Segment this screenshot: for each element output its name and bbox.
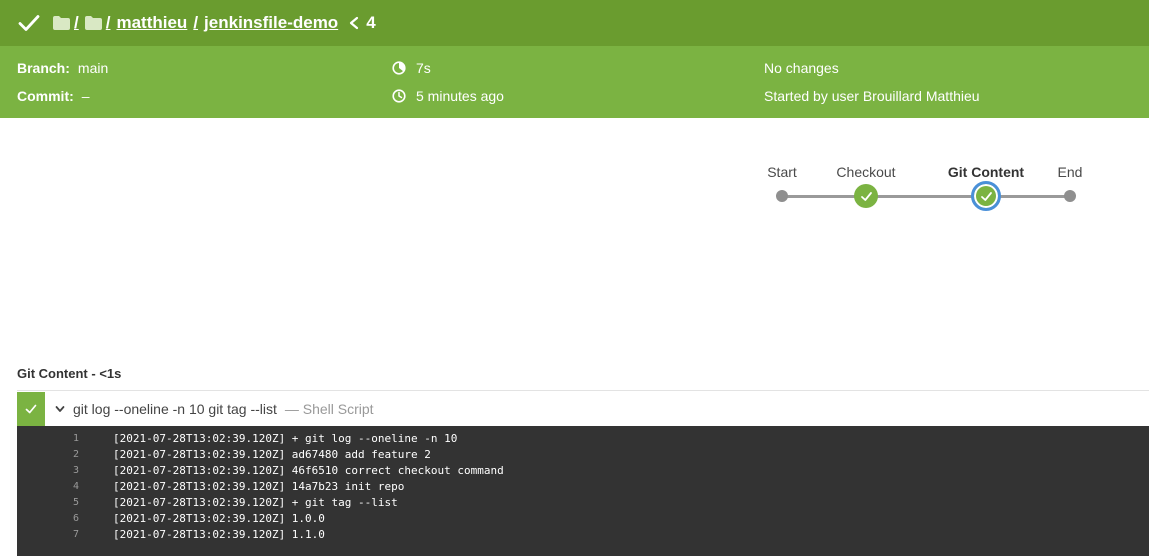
duration-value: 7s — [416, 60, 431, 76]
run-number: 4 — [366, 13, 376, 32]
step-status — [17, 392, 45, 426]
step-row[interactable]: git log --oneline -n 10 git tag --list —… — [17, 392, 1149, 426]
stage-label-end: End — [1057, 164, 1083, 180]
stopwatch-icon — [392, 61, 406, 75]
log-text: [2021-07-28T13:02:39.120Z] + git log --o… — [113, 431, 458, 445]
check-icon — [860, 191, 872, 201]
start-node — [776, 190, 788, 202]
log-line: 3 [2021-07-28T13:02:39.120Z] 46f6510 corr… — [17, 462, 1149, 478]
time-ago: 5 minutes ago — [416, 88, 504, 104]
step-command[interactable]: git log --oneline -n 10 git tag --list — [73, 401, 277, 417]
log-line: 4 [2021-07-28T13:02:39.120Z] 14a7b23 init… — [17, 478, 1149, 494]
pipeline-connector — [782, 195, 1070, 198]
stage-node-git-content[interactable] — [971, 181, 1001, 211]
duration-info: 7s — [392, 60, 431, 76]
run-info-bar: Branch: main Commit: – 7s 5 minutes ago … — [0, 46, 1149, 118]
folder-icon[interactable] — [84, 16, 102, 30]
end-node — [1064, 190, 1076, 202]
log-text: [2021-07-28T13:02:39.120Z] 14a7b23 init … — [113, 479, 405, 493]
chevron-down-icon[interactable] — [55, 404, 65, 414]
started-by-text: Started by user Brouillard Matthieu — [764, 88, 980, 104]
branch-value: main — [77, 60, 109, 76]
changes-text: No changes — [764, 60, 839, 76]
commit-label: Commit: — [17, 88, 74, 104]
breadcrumb: / / matthieu / jenkinsfile-demo 4 — [53, 13, 376, 33]
breadcrumb-separator: / — [74, 13, 79, 32]
time-info: 5 minutes ago — [392, 88, 504, 104]
log-text: [2021-07-28T13:02:39.120Z] 1.0.0 — [113, 511, 325, 525]
stage-label-start: Start — [767, 164, 797, 180]
started-by-info: Started by user Brouillard Matthieu — [764, 88, 980, 104]
log-line: 2 [2021-07-28T13:02:39.120Z] ad67480 add … — [17, 446, 1149, 462]
check-icon — [980, 191, 992, 201]
branch-info: Branch: main — [17, 60, 108, 76]
changes-info: No changes — [764, 60, 839, 76]
line-number[interactable]: 2 — [17, 449, 113, 460]
pipeline-graph: Start Checkout Git Content End — [760, 160, 1100, 220]
chevron-left-icon[interactable] — [348, 16, 360, 30]
line-number[interactable]: 5 — [17, 497, 113, 508]
log-text: [2021-07-28T13:02:39.120Z] + git tag --l… — [113, 495, 398, 509]
check-icon — [25, 404, 37, 414]
commit-value: – — [81, 88, 90, 104]
log-text: [2021-07-28T13:02:39.120Z] 46f6510 corre… — [113, 463, 504, 477]
line-number[interactable]: 1 — [17, 433, 113, 444]
log-text: [2021-07-28T13:02:39.120Z] ad67480 add f… — [113, 447, 431, 461]
stage-label-checkout[interactable]: Checkout — [836, 164, 895, 180]
log-line: 1 [2021-07-28T13:02:39.120Z] + git log --… — [17, 430, 1149, 446]
breadcrumb-org-link[interactable]: matthieu — [116, 13, 187, 33]
log-line: 7 [2021-07-28T13:02:39.120Z] 1.1.0 — [17, 526, 1149, 542]
commit-info: Commit: – — [17, 88, 90, 104]
breadcrumb-separator: / — [193, 13, 199, 32]
log-text: [2021-07-28T13:02:39.120Z] 1.1.0 — [113, 527, 325, 541]
stage-node-checkout[interactable] — [854, 184, 878, 208]
log-line: 5 [2021-07-28T13:02:39.120Z] + git tag --… — [17, 494, 1149, 510]
stage-title: Git Content - <1s — [17, 366, 122, 381]
success-check-icon — [18, 15, 40, 31]
line-number[interactable]: 4 — [17, 481, 113, 492]
line-number[interactable]: 3 — [17, 465, 113, 476]
breadcrumb-repo-link[interactable]: jenkinsfile-demo — [204, 13, 338, 33]
run-header: / / matthieu / jenkinsfile-demo 4 — [0, 0, 1149, 46]
step-type: — Shell Script — [284, 401, 374, 417]
console-log: 1 [2021-07-28T13:02:39.120Z] + git log --… — [17, 426, 1149, 556]
branch-label: Branch: — [17, 60, 70, 76]
line-number[interactable]: 7 — [17, 529, 113, 540]
breadcrumb-separator: / — [105, 13, 111, 32]
clock-icon — [392, 89, 406, 103]
stage-label-git-content[interactable]: Git Content — [948, 164, 1024, 180]
line-number[interactable]: 6 — [17, 513, 113, 524]
log-line: 6 [2021-07-28T13:02:39.120Z] 1.0.0 — [17, 510, 1149, 526]
folder-icon[interactable] — [53, 16, 70, 30]
divider — [17, 390, 1149, 391]
